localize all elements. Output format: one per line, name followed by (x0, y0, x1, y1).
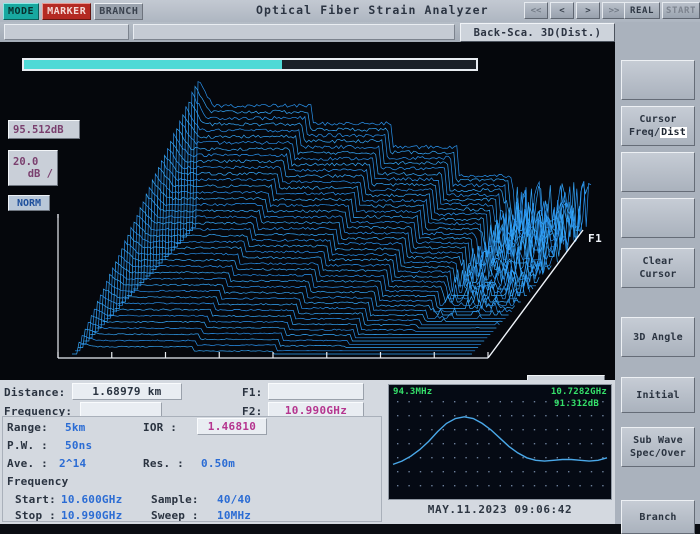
sidebar-blank-2[interactable] (621, 152, 695, 192)
frequency-section-label: Frequency (7, 475, 68, 488)
timestamp: MAY.11.2023 09:06:42 (388, 503, 612, 516)
nav-first-button[interactable]: << (524, 2, 548, 19)
pw-value: 50ns (65, 439, 92, 452)
nav-prev-button[interactable]: < (550, 2, 574, 19)
sidebar-3d-angle[interactable]: 3D Angle (621, 317, 695, 357)
marker-button[interactable]: MARKER (42, 3, 91, 20)
sidebar-sub-wave[interactable]: Sub WaveSpec/Over (621, 427, 695, 467)
sub-wave-spectrum-plot[interactable]: 94.3MHz 10.7282GHz 91.312dB (388, 384, 612, 500)
range-value: 5km (65, 421, 85, 434)
ior-value[interactable]: 1.46810 (197, 418, 267, 435)
sidebar-blank-1[interactable] (621, 60, 695, 100)
sidebar-cursor-freq-line-1: Cursor (639, 113, 676, 126)
acquisition-settings: Range: 5km P.W. : 50ns Ave. : 2^14 IOR :… (2, 416, 382, 522)
range-label: Range: (7, 421, 48, 434)
page-title: Optical Fiber Strain Analyzer (256, 3, 489, 17)
sweep-value: 10MHz (217, 509, 251, 522)
scan-progress-fill (24, 60, 282, 69)
nav-last-button[interactable]: >> (602, 2, 626, 19)
start-label: Start: (15, 493, 56, 506)
sample-label: Sample: (151, 493, 199, 506)
scan-progress-bar (22, 58, 478, 71)
stop-value: 10.990GHz (61, 509, 122, 522)
sidebar-branch-line-1: Branch (639, 511, 676, 524)
ior-label: IOR : (143, 421, 177, 434)
norm-badge: NORM (8, 195, 50, 211)
nav-next-button[interactable]: > (576, 2, 600, 19)
level-readout-value: 95.512dB (13, 124, 64, 136)
sidebar-cursor-freq[interactable]: CursorFreq/Dist (621, 106, 695, 146)
sample-value: 40/40 (217, 493, 251, 506)
db-per-div-unit: dB / (28, 168, 57, 180)
stop-label: Stop : (15, 509, 56, 522)
nav-button-group: << < > >> (524, 2, 626, 19)
sidebar-clear-cursor[interactable]: ClearCursor (621, 248, 695, 288)
sidebar-initial[interactable]: Initial (621, 377, 695, 413)
display-mode-selector[interactable]: Back-Sca. 3D(Dist.) (460, 23, 615, 42)
sidebar-branch[interactable]: Branch (621, 500, 695, 534)
real-button[interactable]: REAL (624, 2, 660, 19)
distance-value[interactable]: 1.68979 km (72, 383, 182, 400)
subwave-width-label: 94.3MHz (393, 387, 432, 397)
start-button[interactable]: START (662, 2, 700, 19)
level-readout: 95.512dB (8, 120, 80, 139)
pw-label: P.W. : (7, 439, 48, 452)
f1-value[interactable] (268, 383, 364, 400)
subwave-level-label: 91.312dB (554, 399, 599, 409)
subwave-frequency-label: 10.7282GHz (551, 387, 607, 397)
mode-button[interactable]: MODE (3, 3, 39, 20)
sidebar-blank-3[interactable] (621, 198, 695, 238)
db-per-div-value: 20.0 (13, 156, 38, 168)
analyzer-window: MODE MARKER BRANCH Optical Fiber Strain … (0, 0, 700, 524)
marker-f1-label: F1 (588, 232, 602, 245)
start-value: 10.600GHz (61, 493, 122, 506)
db-per-div-readout: 20.0 dB / (8, 150, 58, 186)
sweep-label: Sweep : (151, 509, 199, 522)
waterfall-svg (0, 42, 615, 380)
distance-label: Distance: (4, 386, 65, 399)
f1-label: F1: (242, 386, 262, 399)
sidebar-3d-angle-line-1: 3D Angle (633, 331, 683, 344)
ave-value: 2^14 (59, 457, 86, 470)
sidebar-initial-line-1: Initial (636, 389, 680, 402)
sidebar-cursor-freq-line-2: Freq/Dist (629, 126, 687, 139)
sidebar-clear-cursor-line-2: Cursor (639, 268, 676, 281)
toolbar-field-left[interactable] (4, 24, 129, 40)
toolbar-field-center[interactable] (133, 24, 455, 40)
branch-button[interactable]: BRANCH (94, 3, 143, 20)
res-label: Res. : (143, 457, 184, 470)
ave-label: Ave. : (7, 457, 48, 470)
right-sidebar: CursorFreq/DistClearCursor3D AngleInitia… (615, 22, 700, 524)
secondary-toolbar: Back-Sca. 3D(Dist.) (0, 22, 700, 42)
waterfall-plot[interactable]: 95.512dB 20.0 dB / NORM 0.00000 km 0.255… (0, 42, 615, 380)
sidebar-cursor-freq-highlight: Dist (660, 127, 687, 138)
sidebar-sub-wave-line-1: Sub Wave (633, 434, 683, 447)
res-value: 0.50m (201, 457, 235, 470)
sidebar-clear-cursor-line-1: Clear (642, 255, 673, 268)
sidebar-sub-wave-line-2: Spec/Over (630, 447, 686, 460)
